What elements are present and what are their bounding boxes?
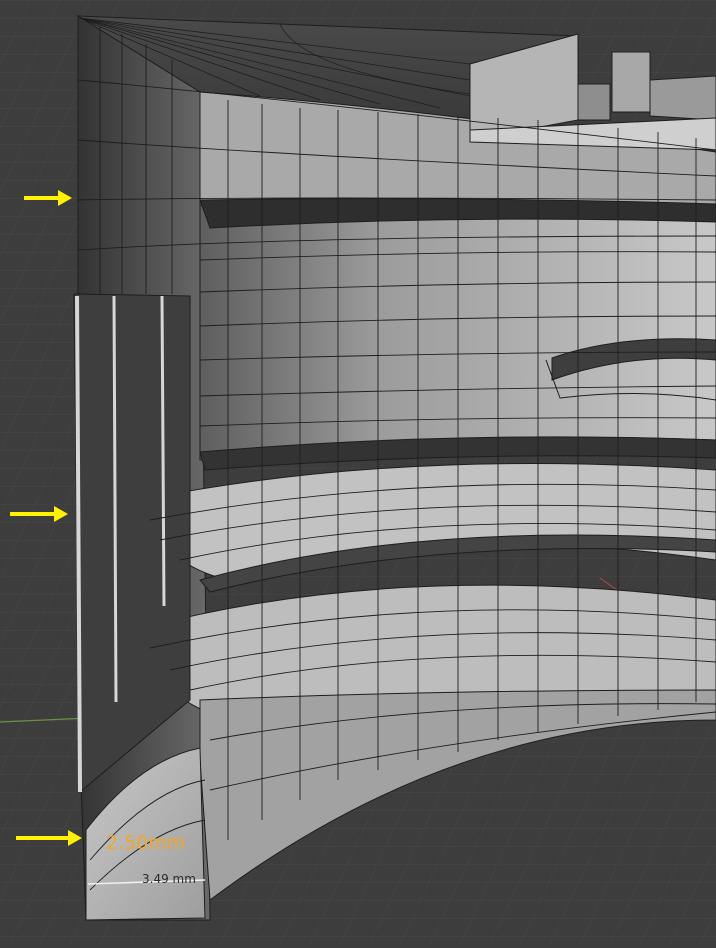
frame-bar-2: [112, 295, 118, 703]
top-block-3: [611, 51, 651, 113]
frame-bar-3: [160, 295, 166, 607]
top-block-4: [649, 75, 716, 121]
mesh-scene[interactable]: [0, 0, 716, 944]
top-block-2: [577, 83, 611, 121]
3d-viewport[interactable]: 2.50mm 3.49 mm: [0, 0, 716, 944]
